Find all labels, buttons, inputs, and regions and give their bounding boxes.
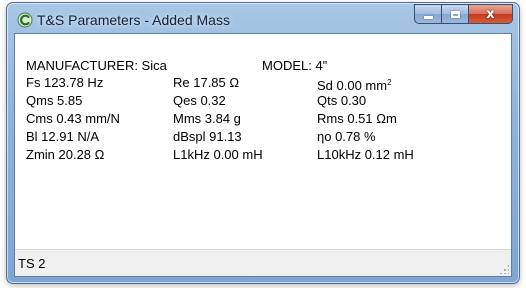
param-sd-value: Sd 0.00 mm bbox=[317, 78, 388, 93]
param-bl: Bl 12.91 N/A bbox=[26, 129, 99, 144]
param-cms: Cms 0.43 mm/N bbox=[26, 111, 120, 126]
param-qts: Qts 0.30 bbox=[317, 93, 367, 108]
param-sd-exponent: 2 bbox=[387, 78, 392, 87]
status-bar: TS 2 bbox=[15, 249, 511, 276]
param-dbspl: dBspl 91.13 bbox=[173, 129, 242, 144]
param-zmin: Zmin 20.28 Ω bbox=[26, 147, 105, 162]
param-eta: ηo 0.78 % bbox=[317, 129, 376, 144]
model-label: MODEL: 4" bbox=[262, 58, 328, 73]
manufacturer-label: MANUFACTURER: Sica bbox=[26, 58, 167, 73]
param-l10khz: L10kHz 0.12 mH bbox=[317, 147, 414, 162]
title-bar[interactable]: T&S Parameters - Added Mass x bbox=[7, 3, 519, 35]
param-fs: Fs 123.78 Hz bbox=[26, 75, 104, 90]
resize-grip-icon[interactable] bbox=[499, 264, 509, 274]
status-text: TS 2 bbox=[18, 256, 46, 271]
minimize-icon bbox=[423, 15, 433, 19]
client-area: MANUFACTURER: Sica MODEL: 4" Fs 123.78 H… bbox=[14, 33, 512, 277]
parameters-panel: MANUFACTURER: Sica MODEL: 4" Fs 123.78 H… bbox=[15, 34, 511, 252]
app-c-icon bbox=[17, 12, 33, 28]
window-title: T&S Parameters - Added Mass bbox=[37, 12, 230, 28]
maximize-icon bbox=[450, 10, 460, 18]
param-qms: Qms 5.85 bbox=[26, 93, 83, 108]
caption-buttons: x bbox=[414, 4, 513, 24]
param-l1khz: L1kHz 0.00 mH bbox=[173, 147, 263, 162]
parameters-window: T&S Parameters - Added Mass x MANUFACTUR… bbox=[6, 2, 520, 284]
param-rms: Rms 0.51 Ωm bbox=[317, 111, 397, 126]
close-button[interactable]: x bbox=[468, 4, 513, 24]
param-sd: Sd 0.00 mm2 bbox=[317, 75, 392, 93]
param-mms: Mms 3.84 g bbox=[173, 111, 241, 126]
close-icon: x bbox=[486, 6, 495, 22]
minimize-button[interactable] bbox=[414, 4, 441, 24]
param-qes: Qes 0.32 bbox=[173, 93, 226, 108]
maximize-button[interactable] bbox=[441, 4, 468, 24]
param-re: Re 17.85 Ω bbox=[173, 75, 240, 90]
